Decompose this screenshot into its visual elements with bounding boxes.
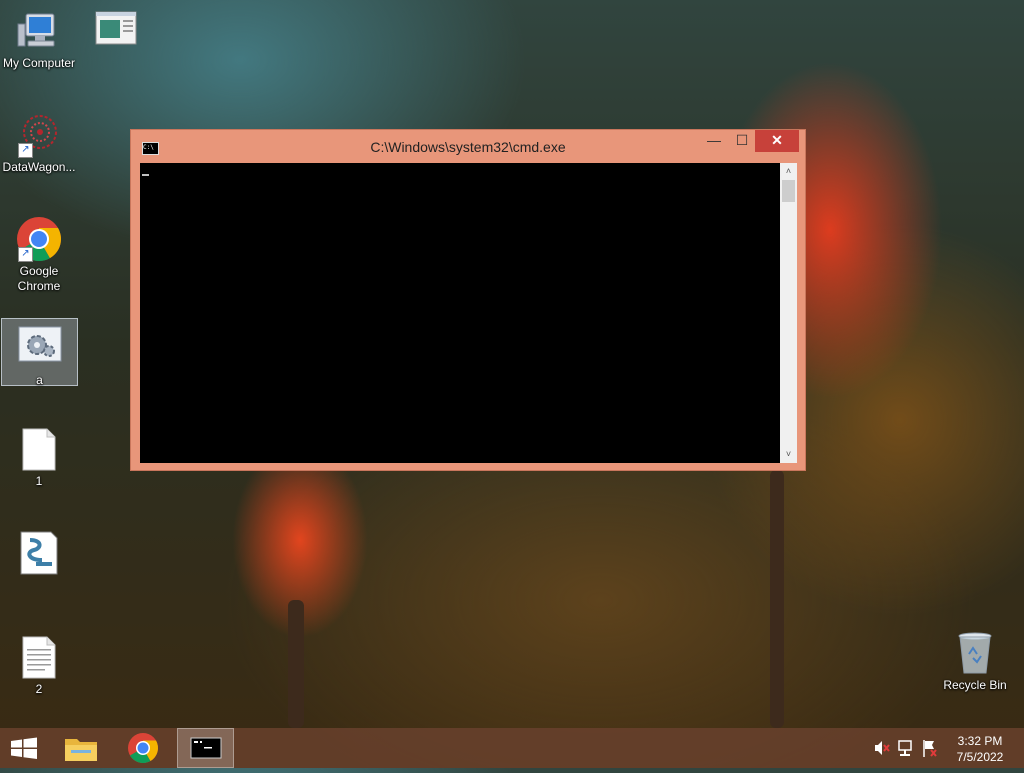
settings-file-icon	[17, 325, 63, 371]
desktop-icon-label: 1	[35, 474, 43, 488]
desktop-icon-recycle-bin[interactable]: Recycle Bin	[937, 630, 1013, 693]
script-file-icon	[16, 530, 62, 576]
cmd-icon	[190, 737, 222, 759]
recycle-bin-icon	[952, 630, 998, 676]
window-thumbnail-icon	[93, 8, 139, 54]
desktop-icon-1[interactable]: 1	[1, 426, 77, 489]
computer-icon	[16, 8, 62, 54]
taskbar: 3:32 PM 7/5/2022	[0, 728, 1024, 768]
desktop-icon-label: DataWagon...	[2, 160, 76, 174]
text-cursor	[142, 174, 149, 176]
wallpaper-stem	[288, 600, 304, 728]
desktop-icon-my-computer[interactable]: My Computer	[1, 8, 77, 71]
text-file-icon	[16, 634, 62, 680]
action-center-flag-icon[interactable]	[920, 728, 940, 768]
shortcut-arrow-icon: ↗	[18, 247, 33, 262]
datawagon-icon: ↗	[16, 112, 62, 158]
shortcut-arrow-icon: ↗	[18, 143, 33, 158]
desktop-icon-google-chrome[interactable]: ↗ Google Chrome	[1, 216, 77, 294]
taskbar-google-chrome[interactable]	[115, 728, 171, 768]
taskbar-cmd[interactable]	[177, 728, 234, 768]
clock-time: 3:32 PM	[957, 734, 1003, 748]
blank-file-icon	[16, 426, 62, 472]
folder-icon	[65, 739, 97, 761]
scroll-down-button[interactable]: ˅	[780, 446, 797, 463]
scroll-thumb[interactable]	[782, 180, 795, 202]
desktop-icon-script[interactable]	[1, 530, 77, 578]
desktop-icon-label: Recycle Bin	[943, 678, 1007, 692]
wallpaper-stem	[770, 470, 784, 728]
desktop-icon-2[interactable]: 2	[1, 634, 77, 697]
desktop-icon-a[interactable]: a	[1, 318, 78, 387]
desktop-icon-label: Google Chrome	[17, 264, 61, 293]
clock-date: 7/5/2022	[956, 750, 1004, 764]
chrome-icon: ↗	[16, 216, 62, 262]
vertical-scrollbar[interactable]: ˄ ˅	[780, 163, 797, 463]
maximize-button[interactable]: ☐	[728, 130, 756, 152]
desktop-icon-document-window[interactable]	[78, 8, 154, 56]
taskbar-file-explorer[interactable]	[53, 728, 109, 768]
start-button[interactable]	[0, 728, 48, 768]
windows-logo-icon	[11, 737, 37, 759]
cmd-window[interactable]: C:\ C:\Windows\system32\cmd.exe — ☐ ✕ ˄ …	[130, 129, 806, 471]
minimize-button[interactable]: —	[700, 130, 728, 152]
desktop-icon-datawagon[interactable]: ↗ DataWagon...	[1, 112, 77, 175]
desktop-icon-label: a	[36, 373, 43, 387]
volume-muted-icon[interactable]	[872, 728, 892, 768]
chrome-icon	[128, 733, 159, 764]
console-output[interactable]	[140, 163, 780, 463]
network-icon[interactable]	[896, 728, 916, 768]
scroll-up-button[interactable]: ˄	[780, 163, 797, 180]
desktop-icon-label: 2	[35, 682, 43, 696]
close-button[interactable]: ✕	[755, 130, 799, 152]
taskbar-clock[interactable]: 3:32 PM 7/5/2022	[945, 733, 1015, 765]
window-titlebar[interactable]: C:\ C:\Windows\system32\cmd.exe — ☐ ✕	[131, 130, 805, 163]
desktop-icon-label: My Computer	[2, 56, 76, 70]
